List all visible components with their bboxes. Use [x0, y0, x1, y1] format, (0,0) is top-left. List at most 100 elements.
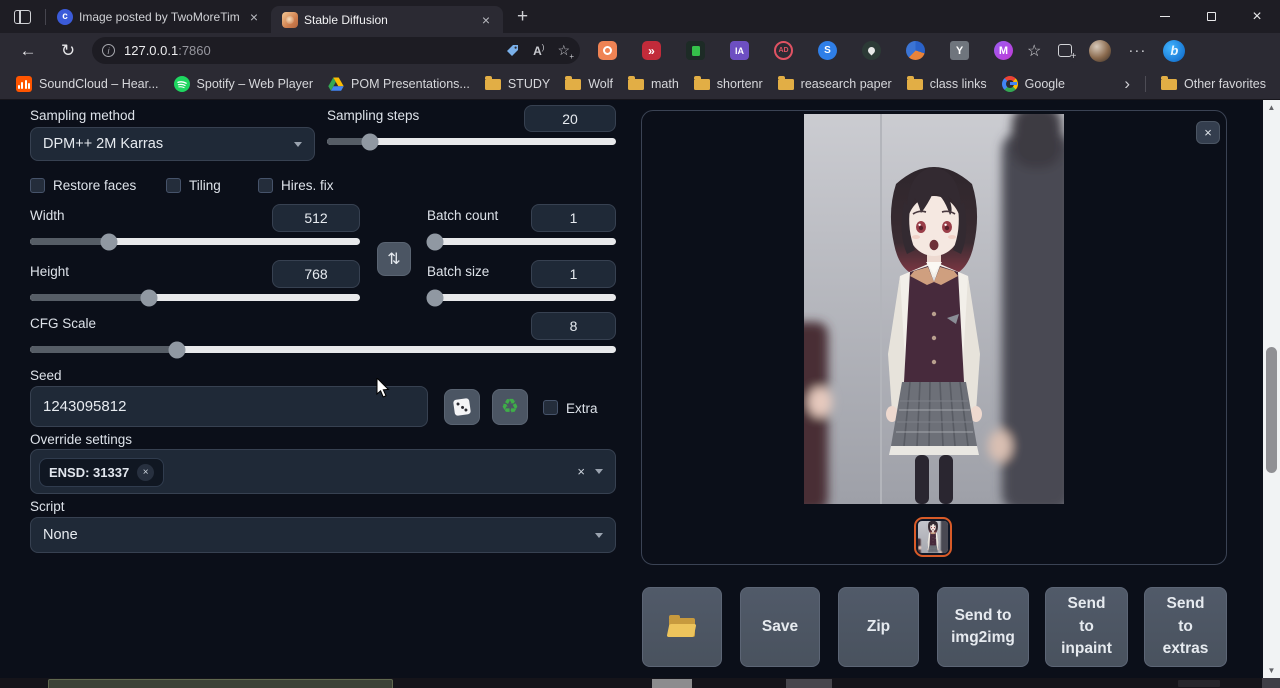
window-minimize-button[interactable] [1142, 0, 1188, 33]
add-favorite-icon[interactable]: ☆+ [557, 42, 570, 59]
bookmark-spotify[interactable]: Spotify – Web Player [174, 76, 314, 92]
slider-handle[interactable] [140, 289, 157, 306]
tab-image-posted[interactable]: c Image posted by TwoMoreTimes × [46, 0, 271, 33]
chip-remove-icon[interactable]: × [137, 464, 154, 481]
bookmark-shortenr[interactable]: shortenr [694, 77, 763, 91]
slider-handle[interactable] [426, 233, 443, 250]
bookmark-class-links[interactable]: class links [907, 77, 987, 91]
scroll-up-icon[interactable]: ▲ [1263, 100, 1280, 115]
tab2-title: Stable Diffusion [304, 13, 471, 27]
taskbar-segment [786, 679, 832, 688]
override-chip-ensd[interactable]: ENSD: 31337 × [39, 458, 164, 487]
bookmark-wolf[interactable]: Wolf [565, 77, 613, 91]
mouse-cursor [376, 378, 390, 398]
seed-input[interactable]: 1243095812 [30, 386, 428, 427]
bookmark-soundcloud[interactable]: SoundCloud – Hear... [16, 76, 159, 92]
reuse-seed-button[interactable]: ♻ [492, 389, 528, 425]
save-button[interactable]: Save [740, 587, 820, 667]
collections-icon[interactable] [1058, 44, 1072, 57]
batch-count-label: Batch count [427, 208, 498, 223]
send-to-inpaint-button[interactable]: Send to inpaint [1045, 587, 1128, 667]
tab-workspaces-icon[interactable] [14, 10, 31, 24]
height-label: Height [30, 264, 69, 279]
extension-ia-icon[interactable]: IA [730, 41, 749, 60]
slider-handle[interactable] [101, 233, 118, 250]
slider-handle[interactable] [168, 341, 185, 358]
sampling-steps-input[interactable]: 20 [524, 105, 616, 132]
send-to-img2img-button[interactable]: Send to img2img [937, 587, 1029, 667]
profile-avatar[interactable] [1089, 40, 1111, 62]
extension-shazam-icon[interactable]: S [818, 41, 837, 60]
window-close-button[interactable]: × [1234, 0, 1280, 33]
bookmarks-bar: SoundCloud – Hear... Spotify – Web Playe… [0, 68, 1280, 100]
scrollbar-thumb[interactable] [1266, 347, 1277, 473]
sampling-steps-slider[interactable] [327, 138, 616, 145]
batch-count-input[interactable]: 1 [531, 204, 616, 232]
extension-adblock-icon[interactable]: AD [774, 41, 793, 60]
tab1-close-icon[interactable]: × [245, 8, 263, 26]
zip-button[interactable]: Zip [838, 587, 919, 667]
bookmark-pom-presentations[interactable]: POM Presentations... [328, 77, 470, 91]
script-dropdown[interactable]: None [30, 517, 616, 553]
gallery-thumbnail-selected[interactable] [914, 517, 952, 557]
batch-count-slider[interactable] [427, 238, 616, 245]
swap-dimensions-button[interactable]: ⇅ [377, 242, 411, 276]
window-maximize-button[interactable] [1188, 0, 1234, 33]
menu-ellipsis-icon[interactable]: ··· [1128, 42, 1146, 59]
close-gallery-button[interactable]: × [1196, 121, 1220, 144]
width-input[interactable]: 512 [272, 204, 360, 232]
batch-size-input[interactable]: 1 [531, 260, 616, 288]
clear-all-icon[interactable]: × [577, 464, 585, 479]
hires-fix-checkbox[interactable] [258, 178, 273, 193]
scroll-down-icon[interactable]: ▼ [1263, 663, 1280, 678]
height-slider[interactable] [30, 294, 360, 301]
extension-fast-forward-icon[interactable]: » [642, 41, 661, 60]
bookmark-study[interactable]: STUDY [485, 77, 550, 91]
extension-map-pin-icon[interactable] [862, 41, 881, 60]
height-input[interactable]: 768 [272, 260, 360, 288]
extension-globe-icon[interactable] [906, 41, 925, 60]
slider-handle[interactable] [362, 133, 379, 150]
cfg-scale-slider[interactable] [30, 346, 616, 353]
bookmark-google[interactable]: Google [1002, 76, 1065, 92]
send-to-extras-button[interactable]: Send to extras [1144, 587, 1227, 667]
tab-stable-diffusion[interactable]: Stable Diffusion × [271, 6, 503, 33]
slider-handle[interactable] [426, 289, 443, 306]
extension-monica-icon[interactable]: M [994, 41, 1013, 60]
extension-orange-ring-icon[interactable] [598, 41, 617, 60]
site-info-icon[interactable]: i [102, 44, 115, 57]
new-tab-button[interactable]: + [517, 6, 528, 28]
restore-faces-checkbox[interactable] [30, 178, 45, 193]
toolbar-right-cluster: ☆ ··· b [1027, 40, 1185, 62]
extension-y-icon[interactable]: Y [950, 41, 969, 60]
bookmark-math[interactable]: math [628, 77, 679, 91]
address-bar[interactable]: i 127.0.0.1:7860 A) ☆+ [92, 37, 580, 64]
vertical-scrollbar[interactable]: ▲ ▼ [1263, 100, 1280, 678]
sampling-method-label: Sampling method [30, 108, 135, 123]
reload-button[interactable]: ↻ [56, 41, 80, 61]
bookmark-other-favorites[interactable]: Other favorites [1161, 77, 1266, 91]
taskbar-corner [1262, 678, 1280, 688]
random-seed-button[interactable] [444, 389, 480, 425]
bookmark-reasearch-paper[interactable]: reasearch paper [778, 77, 892, 91]
bookmarks-overflow-chevron-icon[interactable]: › [1124, 74, 1130, 94]
open-folder-button[interactable] [642, 587, 722, 667]
bing-copilot-icon[interactable]: b [1163, 40, 1185, 62]
favorites-star-icon[interactable]: ☆ [1027, 41, 1041, 61]
chevron-down-icon [595, 533, 603, 538]
back-button[interactable]: ← [16, 41, 40, 61]
tiling-checkbox[interactable] [166, 178, 181, 193]
extension-trash-icon[interactable] [686, 41, 705, 60]
extra-seed-checkbox[interactable] [543, 400, 558, 415]
read-aloud-icon[interactable]: A) [533, 43, 544, 58]
minimize-icon [1160, 16, 1170, 17]
generated-image[interactable] [804, 114, 1064, 504]
override-settings-multiselect[interactable]: ENSD: 31337 × × [30, 449, 616, 494]
sampling-method-dropdown[interactable]: DPM++ 2M Karras [30, 127, 315, 161]
stable-diffusion-page: Sampling method Sampling steps 20 DPM++ … [0, 100, 1263, 678]
cfg-scale-input[interactable]: 8 [531, 312, 616, 340]
width-slider[interactable] [30, 238, 360, 245]
batch-size-slider[interactable] [427, 294, 616, 301]
tab2-close-icon[interactable]: × [477, 11, 495, 29]
shopping-tag-icon[interactable] [505, 43, 520, 58]
